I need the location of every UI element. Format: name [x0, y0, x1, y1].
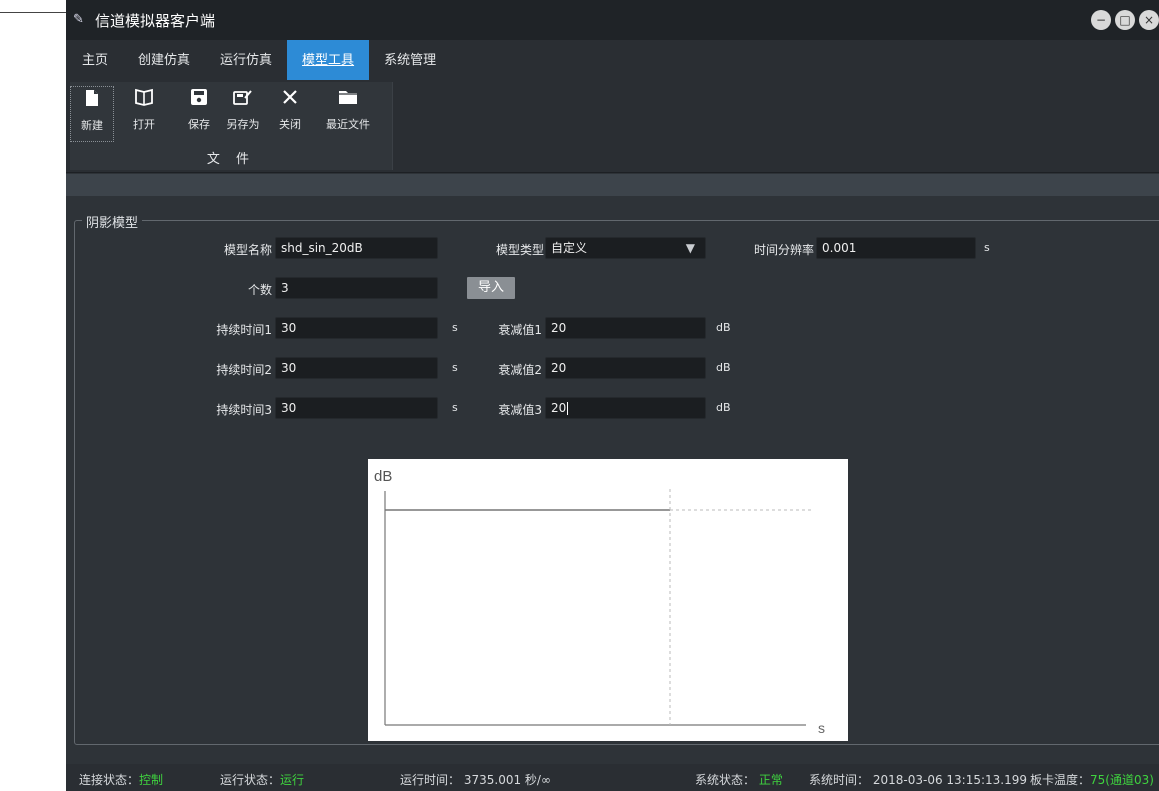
- shadow-model-preview: dB s: [368, 459, 848, 741]
- time-resolution-label: 时间分辨率: [753, 243, 814, 257]
- save-label: 保存: [188, 118, 210, 131]
- connection-status: 连接状态：控制: [79, 771, 163, 788]
- save-as-icon: [221, 88, 265, 110]
- model-name-label: 模型名称: [223, 243, 272, 257]
- run-time-label: 运行时间：: [400, 773, 461, 787]
- new-button[interactable]: 新建: [70, 86, 114, 142]
- menu-system-management[interactable]: 系统管理: [369, 40, 451, 80]
- open-button[interactable]: 打开: [122, 86, 166, 142]
- file-group-label: 文 件: [206, 152, 256, 167]
- system-status: 系统状态： 正常: [695, 771, 783, 788]
- separator-band: [66, 174, 1159, 196]
- run-time-value: 3735.001 秒/∞: [463, 773, 551, 787]
- open-book-icon: [122, 88, 166, 110]
- menu-run-simulation[interactable]: 运行仿真: [205, 40, 287, 80]
- attenuation-1-label: 衰减值1: [498, 323, 542, 337]
- app-logo-icon: ✎: [73, 12, 84, 27]
- status-bar: 连接状态：控制 运行状态：运行 运行时间： 3735.001 秒/∞ 系统状态：…: [66, 764, 1159, 791]
- maximize-button[interactable]: □: [1115, 10, 1135, 30]
- duration-3-unit: s: [452, 401, 458, 414]
- minimize-button[interactable]: −: [1091, 10, 1111, 30]
- attenuation-1-input[interactable]: 20: [545, 317, 706, 339]
- y-axis-label: dB: [374, 468, 392, 485]
- duration-3-input[interactable]: 30: [275, 397, 438, 419]
- app-window: ✎ 信道模拟器客户端 − □ × 主页 创建仿真 运行仿真 模型工具 系统管理 …: [66, 0, 1159, 791]
- system-time-value: 2018-03-06 13:15:13.199: [872, 773, 1028, 787]
- close-label: 关闭: [279, 118, 301, 131]
- menu-bar: 主页 创建仿真 运行仿真 模型工具 系统管理: [66, 40, 1159, 80]
- time-resolution-unit: s: [984, 241, 990, 254]
- board-temperature: 板卡温度：75(通道03): [1030, 771, 1154, 788]
- preview-svg: dB s: [374, 468, 825, 736]
- menu-home[interactable]: 主页: [66, 40, 123, 80]
- duration-1-unit: s: [452, 321, 458, 334]
- connection-status-value: 控制: [139, 773, 164, 787]
- open-label: 打开: [133, 118, 155, 131]
- run-status-value: 运行: [280, 773, 305, 787]
- left-edge-line: [0, 12, 66, 13]
- title-bar: ✎ 信道模拟器客户端 − □ ×: [66, 0, 1159, 40]
- close-window-button[interactable]: ×: [1139, 10, 1159, 30]
- system-status-value: 正常: [758, 773, 783, 787]
- duration-1-input[interactable]: 30: [275, 317, 438, 339]
- recent-files-label: 最近文件: [326, 118, 370, 131]
- new-file-icon: [71, 89, 113, 111]
- new-label: 新建: [81, 119, 103, 132]
- board-temperature-value: 75(通道03): [1090, 773, 1154, 787]
- x-axis-label: s: [818, 720, 825, 736]
- menu-create-simulation[interactable]: 创建仿真: [123, 40, 205, 80]
- window-title: 信道模拟器客户端: [95, 11, 216, 30]
- folder-icon: [320, 88, 376, 110]
- close-file-button[interactable]: 关闭: [268, 86, 312, 142]
- main-content: 阴影模型 模型名称 shd_sin_20dB 模型类型 自定义 ▼ 时间分辨率 …: [66, 197, 1159, 757]
- window-controls: − □ ×: [1091, 10, 1159, 30]
- run-status: 运行状态：运行: [220, 771, 304, 788]
- duration-2-input[interactable]: 30: [275, 357, 438, 379]
- run-status-label: 运行状态：: [220, 773, 281, 787]
- ribbon-toolbar: 新建 打开 保存 另存为 关闭 最近文件 文 件: [66, 80, 1159, 173]
- duration-1-label: 持续时间1: [216, 323, 272, 337]
- dropdown-arrow-icon: ▼: [685, 241, 695, 255]
- time-resolution-input[interactable]: 0.001: [816, 237, 976, 259]
- duration-2-label: 持续时间2: [216, 363, 272, 377]
- attenuation-1-unit: dB: [716, 321, 731, 334]
- system-time-label: 系统时间：: [809, 773, 870, 787]
- panel-legend: 阴影模型: [82, 212, 143, 231]
- model-name-input[interactable]: shd_sin_20dB: [275, 237, 438, 259]
- attenuation-2-input[interactable]: 20: [545, 357, 706, 379]
- attenuation-2-unit: dB: [716, 361, 731, 374]
- close-x-icon: [268, 88, 312, 110]
- connection-status-label: 连接状态：: [79, 773, 140, 787]
- attenuation-2-label: 衰减值2: [498, 363, 542, 377]
- count-input[interactable]: 3: [275, 277, 438, 299]
- text-cursor: [567, 402, 569, 415]
- count-label: 个数: [247, 283, 272, 297]
- duration-3-label: 持续时间3: [216, 403, 272, 417]
- save-button[interactable]: 保存: [177, 86, 221, 142]
- save-as-label: 另存为: [226, 118, 260, 131]
- board-temperature-label: 板卡温度：: [1030, 773, 1091, 787]
- import-button[interactable]: 导入: [467, 277, 515, 299]
- save-disk-icon: [177, 88, 221, 110]
- model-type-select[interactable]: 自定义 ▼: [545, 237, 706, 259]
- attenuation-3-value: 20: [551, 401, 567, 415]
- system-status-label: 系统状态：: [695, 773, 756, 787]
- menu-model-tools[interactable]: 模型工具: [287, 40, 370, 80]
- model-type-label: 模型类型: [495, 243, 544, 257]
- duration-2-unit: s: [452, 361, 458, 374]
- attenuation-3-unit: dB: [716, 401, 731, 414]
- file-group: 新建 打开 保存 另存为 关闭 最近文件 文 件: [70, 82, 393, 170]
- attenuation-3-label: 衰减值3: [498, 403, 542, 417]
- run-time: 运行时间： 3735.001 秒/∞: [400, 771, 551, 788]
- recent-files-button[interactable]: 最近文件: [320, 86, 376, 142]
- system-time: 系统时间： 2018-03-06 13:15:13.199: [809, 771, 1027, 788]
- save-as-button[interactable]: 另存为: [221, 86, 265, 142]
- attenuation-3-input[interactable]: 20: [545, 397, 706, 419]
- model-type-value: 自定义: [551, 241, 588, 255]
